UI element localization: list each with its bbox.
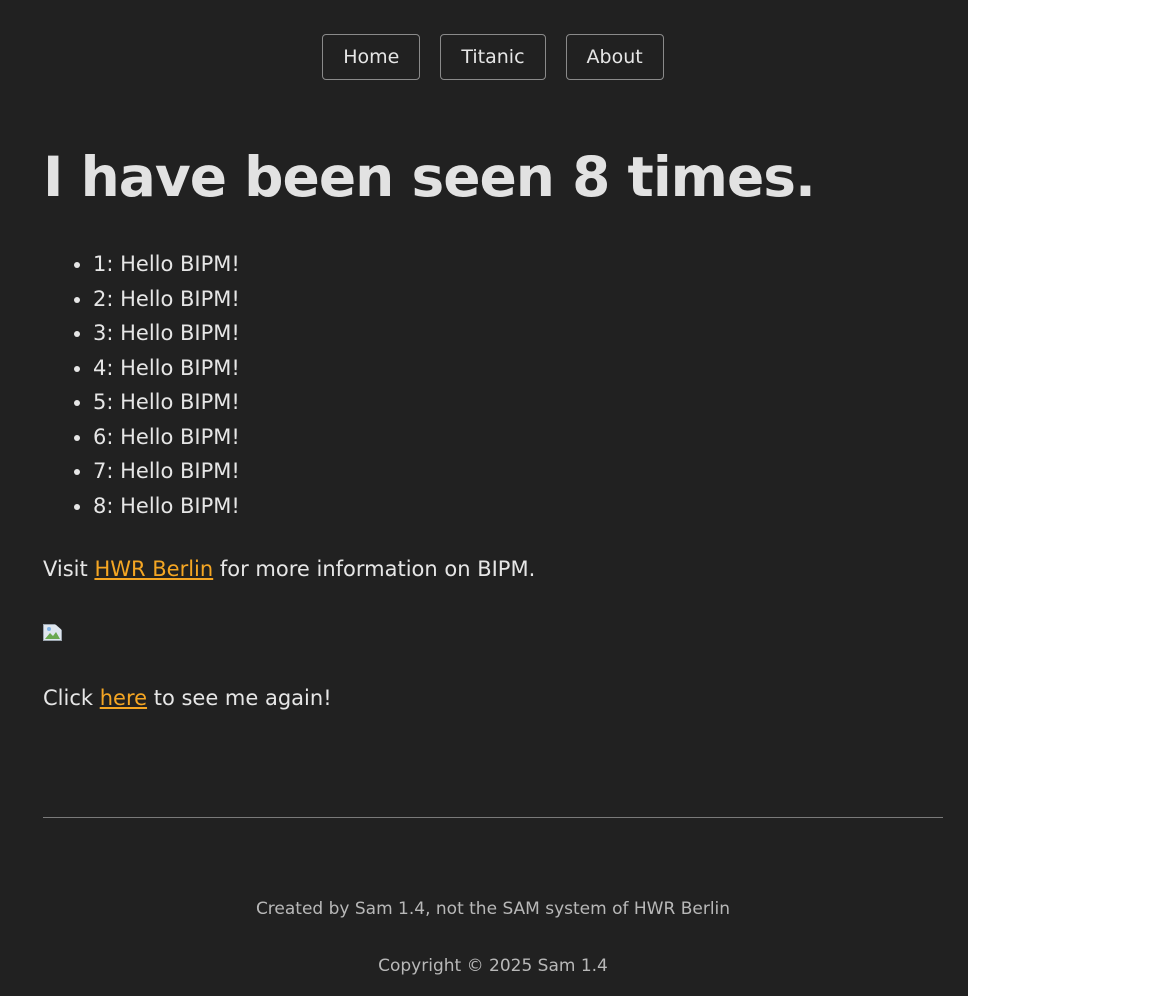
nav-titanic-button[interactable]: Titanic — [440, 34, 546, 80]
footer-created-text: Created by Sam 1.4, not the SAM system o… — [255, 899, 731, 919]
list-item: 7: Hello BIPM! — [93, 454, 240, 489]
footer-copyright-text: Copyright © 2025 Sam 1.4 — [378, 956, 608, 976]
nav-about-button[interactable]: About — [565, 34, 664, 80]
list-item: 2: Hello BIPM! — [93, 282, 240, 317]
nav-home-button[interactable]: Home — [322, 34, 421, 80]
top-nav: Home Titanic About — [0, 34, 986, 80]
hello-list: 1: Hello BIPM! 2: Hello BIPM! 3: Hello B… — [43, 247, 240, 523]
list-item: 8: Hello BIPM! — [93, 489, 240, 524]
list-item: 5: Hello BIPM! — [93, 385, 240, 420]
visit-text-after: for more information on BIPM. — [213, 557, 536, 581]
visit-paragraph: Visit HWR Berlin for more information on… — [43, 554, 535, 584]
click-text-after: to see me again! — [147, 686, 332, 710]
click-text-before: Click — [43, 686, 100, 710]
broken-image-icon — [43, 624, 63, 641]
page-title: I have been seen 8 times. — [43, 145, 816, 209]
list-item: 3: Hello BIPM! — [93, 316, 240, 351]
list-item: 1: Hello BIPM! — [93, 247, 240, 282]
click-paragraph: Click here to see me again! — [43, 683, 332, 713]
hwr-berlin-link[interactable]: HWR Berlin — [94, 557, 213, 581]
page: Home Titanic About I have been seen 8 ti… — [0, 0, 968, 996]
list-item: 6: Hello BIPM! — [93, 420, 240, 455]
list-item: 4: Hello BIPM! — [93, 351, 240, 386]
footer-divider — [43, 817, 943, 818]
visit-text-before: Visit — [43, 557, 95, 581]
here-link[interactable]: here — [100, 686, 147, 710]
